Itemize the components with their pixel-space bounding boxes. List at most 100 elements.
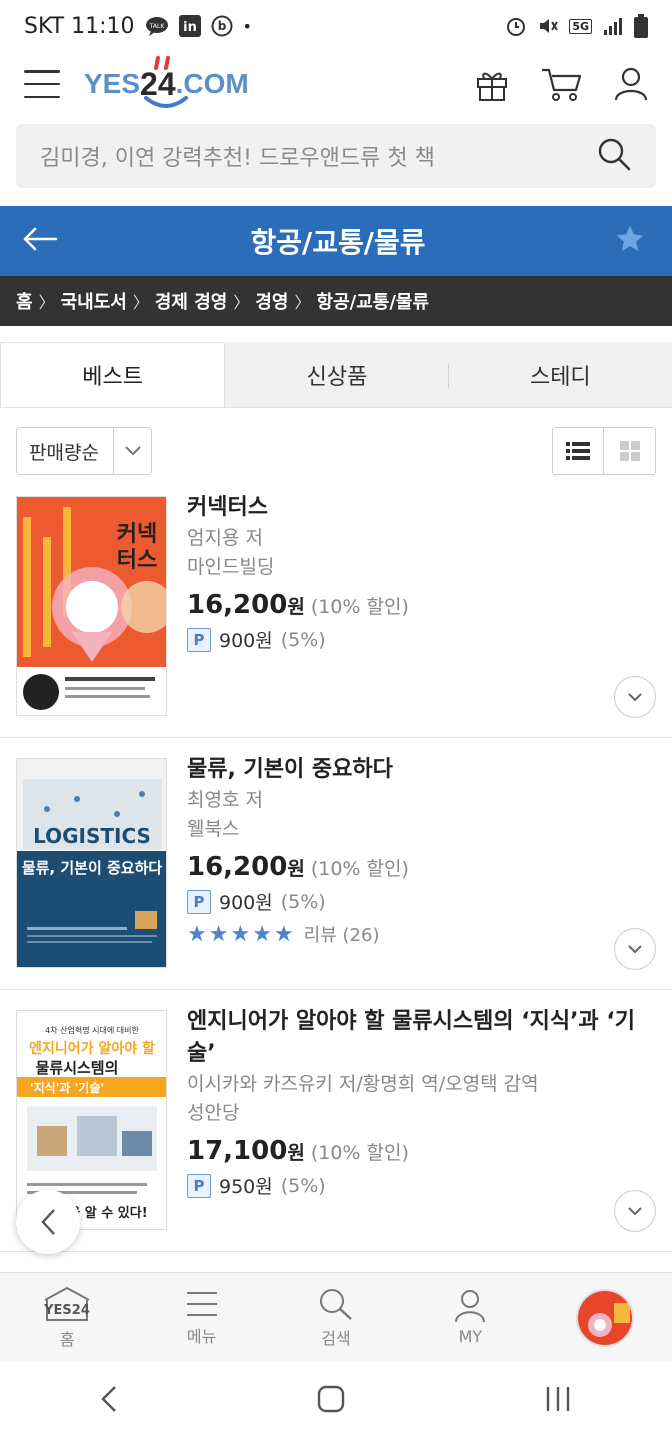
b-app-icon: b [211, 15, 233, 37]
svg-text:YES24: YES24 [43, 1303, 90, 1318]
nav-home[interactable]: YES24 홈 [0, 1273, 134, 1362]
book-author: 이시카와 카즈유키 저/황명희 역/오영택 감역 [187, 1073, 539, 1095]
user-icon [455, 1290, 486, 1323]
yes24-logo[interactable]: YES 24 .COM [84, 56, 249, 112]
search-input[interactable]: 김미경, 이연 강력추천! 드로우앤드류 첫 책 [16, 124, 656, 188]
book-price: 16,200 [187, 852, 288, 882]
sort-row: 판매량순 [16, 426, 656, 476]
book-discount: (10% 할인) [310, 858, 409, 880]
svg-text:TALK: TALK [148, 23, 165, 30]
svg-text:터스: 터스 [117, 548, 157, 573]
svg-text:in: in [183, 20, 197, 35]
signal-icon [602, 16, 624, 36]
carrier-time: SKT 11:10 [24, 13, 135, 39]
hamburger-menu-icon[interactable] [24, 70, 60, 98]
book-price: 17,100 [187, 1136, 288, 1166]
tab-new[interactable]: 신상품 [225, 342, 449, 407]
talk-icon: TALK [145, 16, 169, 36]
menu-icon [186, 1291, 217, 1316]
yes24-home-icon: YES24 [43, 1286, 90, 1321]
sort-selected: 판매량순 [29, 441, 99, 464]
list-view-icon[interactable] [553, 428, 604, 474]
svg-text:LOGISTICS: LOGISTICS [33, 824, 151, 848]
system-back-icon[interactable] [99, 1384, 119, 1418]
book-cover-image[interactable]: LOGISTICS 물류, 기본이 중요하다 [16, 758, 167, 968]
book-author: 엄지용 저 [187, 527, 263, 549]
app-header: YES 24 .COM [0, 52, 672, 116]
star-icon: ★ [208, 921, 229, 947]
chevron-down-icon [113, 428, 151, 474]
view-toggle [552, 427, 656, 475]
review-count[interactable]: 리뷰 (26) [304, 921, 380, 947]
point-badge-icon: P [187, 627, 211, 652]
breadcrumb-home[interactable]: 홈 [16, 288, 33, 314]
battery-icon [634, 14, 648, 38]
nav-recent-book[interactable] [538, 1273, 672, 1362]
network-5g-icon: 5G [569, 18, 592, 34]
search-icon[interactable] [596, 136, 632, 176]
book-price: 16,200 [187, 590, 288, 620]
point-badge-icon: P [187, 889, 211, 914]
svg-text:b: b [217, 19, 226, 33]
category-title: 항공/교통/물류 [250, 226, 426, 259]
book-point: 900원 [219, 630, 273, 652]
breadcrumb-management[interactable]: 경영 [255, 288, 288, 314]
svg-text:물류시스템의: 물류시스템의 [36, 1059, 119, 1077]
book-item[interactable]: 4차 산업혁명 시대에 대비한 엔지니어가 알아야 할 물류시스템의 '지식'과… [0, 990, 672, 1252]
book-discount: (10% 할인) [310, 596, 409, 618]
rating-row[interactable]: ★ ★ ★ ★ ★ 리뷰 (26) [187, 921, 652, 947]
book-item[interactable]: 커넥 터스 커넥터스 엄지용 저 마인드빌딩 16,200 원 (10% 할인)… [0, 480, 672, 738]
point-badge-icon: P [187, 1173, 211, 1198]
user-icon[interactable] [614, 66, 648, 102]
expand-chevron-icon[interactable] [614, 676, 656, 718]
bottom-nav: YES24 홈 메뉴 검색 MY [0, 1272, 672, 1362]
recent-book-avatar[interactable] [575, 1288, 634, 1347]
book-item[interactable]: LOGISTICS 물류, 기본이 중요하다 물류, 기본이 중요하다 최영호 … [0, 738, 672, 990]
book-title[interactable]: 엔지니어가 알아야 할 물류시스템의 ‘지식’과 ‘기술’ [187, 1006, 652, 1070]
expand-chevron-icon[interactable] [614, 1190, 656, 1232]
sort-select[interactable]: 판매량순 [16, 427, 152, 475]
list-tabs: 베스트 신상품 스테디 [0, 342, 672, 408]
breadcrumb-current[interactable]: 항공/교통/물류 [317, 288, 430, 314]
tab-best[interactable]: 베스트 [0, 342, 226, 407]
book-title[interactable]: 커넥터스 [187, 492, 652, 524]
favorite-star-icon[interactable] [614, 223, 650, 259]
book-publisher: 웰북스 [187, 818, 240, 840]
status-bar: SKT 11:10 TALK in b • 5G [0, 0, 672, 52]
linkedin-icon: in [178, 15, 201, 37]
svg-text:물류, 기본이 중요하다: 물류, 기본이 중요하다 [22, 859, 163, 877]
gift-icon[interactable] [474, 66, 510, 102]
book-publisher: 마인드빌딩 [187, 556, 275, 578]
mute-icon [537, 15, 559, 37]
svg-text:엔지니어가 알아야 할: 엔지니어가 알아야 할 [29, 1040, 155, 1057]
star-icon: ★ [252, 921, 272, 947]
star-icon: ★ [273, 921, 294, 947]
star-icon: ★ [187, 921, 207, 947]
tab-steady[interactable]: 스테디 [449, 342, 672, 407]
nav-menu[interactable]: 메뉴 [134, 1273, 268, 1362]
breadcrumb-economy[interactable]: 경제 경영 [155, 288, 228, 314]
system-home-icon[interactable] [316, 1384, 346, 1418]
book-point: 900원 [219, 892, 273, 914]
category-title-bar: 항공/교통/물류 [0, 206, 672, 276]
nav-search[interactable]: 검색 [269, 1273, 403, 1362]
svg-text:커넥: 커넥 [117, 522, 157, 547]
star-icon: ★ [230, 921, 251, 947]
grid-view-icon[interactable] [604, 428, 655, 474]
search-placeholder: 김미경, 이연 강력추천! 드로우앤드류 첫 책 [40, 146, 435, 171]
back-arrow-icon[interactable] [22, 227, 62, 255]
book-discount: (10% 할인) [310, 1142, 409, 1164]
book-cover-image[interactable]: 커넥 터스 [16, 496, 167, 716]
floating-back-button[interactable] [16, 1190, 80, 1254]
svg-text:'지식'과 '기술': '지식'과 '기술' [30, 1080, 104, 1095]
system-recents-icon[interactable] [543, 1385, 573, 1417]
expand-chevron-icon[interactable] [614, 928, 656, 970]
alarm-icon [505, 15, 527, 37]
book-point: 950원 [219, 1176, 273, 1198]
nav-my[interactable]: MY [403, 1273, 537, 1362]
book-title[interactable]: 물류, 기본이 중요하다 [187, 754, 652, 786]
cart-icon[interactable] [540, 66, 584, 102]
breadcrumb-domestic-books[interactable]: 국내도서 [61, 288, 127, 314]
breadcrumb: 홈 〉 국내도서 〉 경제 경영 〉 경영 〉 항공/교통/물류 [0, 276, 672, 326]
notification-dot: • [242, 16, 252, 36]
